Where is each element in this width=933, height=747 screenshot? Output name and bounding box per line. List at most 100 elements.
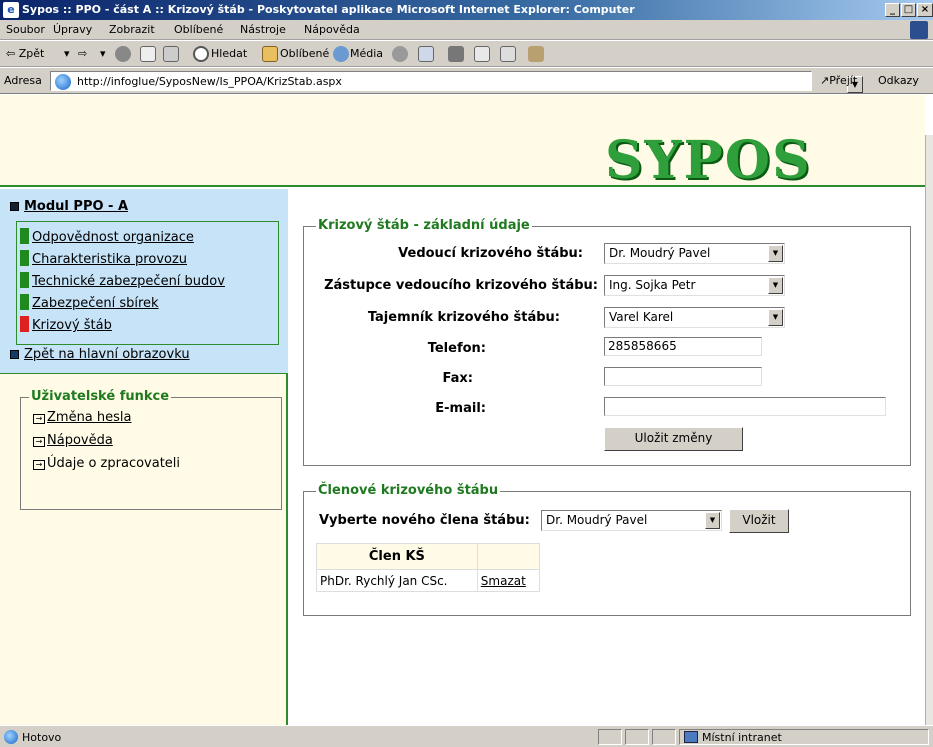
status-marker <box>20 228 29 244</box>
ie-status-icon <box>4 730 18 744</box>
back-icon <box>10 350 19 359</box>
refresh-icon[interactable] <box>140 46 156 62</box>
page-icon <box>55 74 71 90</box>
chevron-down-icon[interactable]: ▼ <box>705 512 720 529</box>
status-marker <box>20 294 29 310</box>
module-title[interactable]: Modul PPO - A <box>10 199 128 214</box>
windows-logo-icon <box>910 21 928 39</box>
new-member-select[interactable]: Dr. Moudrý Pavel ▼ <box>541 510 722 531</box>
print-icon[interactable] <box>448 46 464 62</box>
sidebar-item-crisis-staff[interactable]: Krizový štáb <box>20 316 112 333</box>
insert-member-button[interactable]: Vložit <box>729 509 789 533</box>
phone-label: Telefon: <box>427 341 486 356</box>
action-column-header <box>476 543 541 570</box>
go-button[interactable]: ↗Přejít <box>820 74 857 87</box>
status-bar: Hotovo Místní intranet <box>0 725 933 747</box>
intranet-icon <box>684 731 698 743</box>
media-icon[interactable] <box>333 46 349 62</box>
phone-input[interactable]: 285858665 <box>604 337 762 356</box>
minimize-button[interactable]: _ <box>885 3 900 17</box>
members-legend: Členové krizového štábu <box>316 483 501 498</box>
ie-icon: e <box>3 2 19 18</box>
save-changes-button[interactable]: Uložit změny <box>604 427 743 451</box>
status-segment <box>652 729 676 745</box>
menu-favorites[interactable]: Oblíbené <box>174 23 223 36</box>
sidebar-item-responsibility[interactable]: Odpovědnost organizace <box>20 228 194 245</box>
maximize-button[interactable]: □ <box>901 3 916 17</box>
sypos-logo: SYPOS <box>605 130 812 191</box>
menu-edit[interactable]: Úpravy <box>53 23 92 36</box>
members-table: Člen KŠ PhDr. Rychlý Jan CSc. Smazat <box>316 543 541 592</box>
back-button[interactable]: ⇦ Zpět <box>6 47 44 60</box>
user-functions-legend: Uživatelské funkce <box>29 389 172 404</box>
back-dropdown-icon[interactable]: ▾ <box>64 47 70 60</box>
status-text: Hotovo <box>22 731 62 744</box>
discuss-icon[interactable] <box>500 46 516 62</box>
fax-label: Fax: <box>442 371 473 386</box>
deputy-select[interactable]: Ing. Sojka Petr ▼ <box>604 275 785 296</box>
go-arrow-icon: ↗ <box>820 74 830 87</box>
change-password-link[interactable]: → Změna hesla <box>33 410 132 425</box>
stop-icon[interactable] <box>115 46 131 62</box>
user-functions-fieldset: Uživatelské funkce → Změna hesla → Nápověd… <box>20 389 282 510</box>
processor-info-link[interactable]: → Údaje o zpracovateli <box>33 456 180 471</box>
chevron-down-icon[interactable]: ▼ <box>768 309 783 326</box>
leader-select[interactable]: Dr. Moudrý Pavel ▼ <box>604 243 785 264</box>
module-links: Odpovědnost organizace Charakteristika p… <box>16 221 279 345</box>
media-button[interactable]: Média <box>350 47 383 60</box>
links-button[interactable]: Odkazy <box>878 74 919 87</box>
search-icon[interactable] <box>193 46 209 62</box>
window-titlebar: e Sypos :: PPO - část A :: Krizový štáb … <box>0 0 933 20</box>
favorites-button[interactable]: Oblíbené <box>280 47 329 60</box>
arrow-right-icon: → <box>33 414 45 424</box>
edit-icon[interactable] <box>474 46 490 62</box>
sidebar-item-technical-security[interactable]: Technické zabezpečení budov <box>20 272 225 289</box>
arrow-right-icon: → <box>33 437 45 447</box>
email-label: E-mail: <box>435 401 486 416</box>
toolbar: ⇦ Zpět ▾ ⇨ ▾ Hledat Oblíbené Média <box>0 41 933 67</box>
status-marker <box>20 316 29 332</box>
arrow-right-icon: → <box>33 460 45 470</box>
window-title: Sypos :: PPO - část A :: Krizový štáb - … <box>22 3 635 16</box>
help-link[interactable]: → Nápověda <box>33 433 113 448</box>
menu-help[interactable]: Nápověda <box>304 23 360 36</box>
menu-view[interactable]: Zobrazit <box>109 23 155 36</box>
sidebar-item-characteristics[interactable]: Charakteristika provozu <box>20 250 187 267</box>
leader-label: Vedoucí krizového štábu: <box>398 246 583 261</box>
status-segment <box>625 729 649 745</box>
address-bar: Adresa http://infoglue/SyposNew/Is_PPOA/… <box>0 68 933 94</box>
address-label: Adresa <box>4 74 42 87</box>
secretary-select[interactable]: Varel Karel ▼ <box>604 307 785 328</box>
member-name: PhDr. Rychlý Jan CSc. <box>316 569 478 592</box>
member-column-header: Člen KŠ <box>316 543 478 570</box>
table-header-row: Člen KŠ <box>316 543 541 570</box>
sidebar-item-collections-security[interactable]: Zabezpečení sbírek <box>20 294 159 311</box>
messenger-icon[interactable] <box>528 46 544 62</box>
secretary-label: Tajemník krizového štábu: <box>367 310 560 325</box>
module-icon <box>10 202 19 211</box>
delete-member-link[interactable]: Smazat <box>476 569 541 592</box>
close-button[interactable]: × <box>917 3 933 17</box>
history-icon[interactable] <box>392 46 408 62</box>
status-segment <box>598 729 622 745</box>
basic-info-legend: Krizový štáb - základní údaje <box>316 218 532 233</box>
favorites-icon[interactable] <box>262 46 278 62</box>
chevron-down-icon[interactable]: ▼ <box>768 245 783 262</box>
address-input[interactable]: http://infoglue/SyposNew/Is_PPOA/KrizSta… <box>50 71 863 93</box>
mail-icon[interactable] <box>418 46 434 62</box>
fax-input[interactable] <box>604 367 762 386</box>
email-input[interactable] <box>604 397 886 416</box>
forward-button[interactable]: ⇨ <box>78 47 87 60</box>
deputy-label: Zástupce vedoucího krizového štábu: <box>324 278 598 293</box>
forward-dropdown-icon[interactable]: ▾ <box>100 47 106 60</box>
back-to-main-link[interactable]: Zpět na hlavní obrazovku <box>10 347 190 362</box>
status-marker <box>20 272 29 288</box>
search-button[interactable]: Hledat <box>211 47 247 60</box>
zone-segment: Místní intranet <box>679 729 929 745</box>
page-header-top <box>0 95 925 135</box>
menu-file[interactable]: Soubor <box>6 23 45 36</box>
menu-tools[interactable]: Nástroje <box>240 23 286 36</box>
vertical-scrollbar[interactable] <box>925 135 933 725</box>
home-icon[interactable] <box>163 46 179 62</box>
chevron-down-icon[interactable]: ▼ <box>768 277 783 294</box>
